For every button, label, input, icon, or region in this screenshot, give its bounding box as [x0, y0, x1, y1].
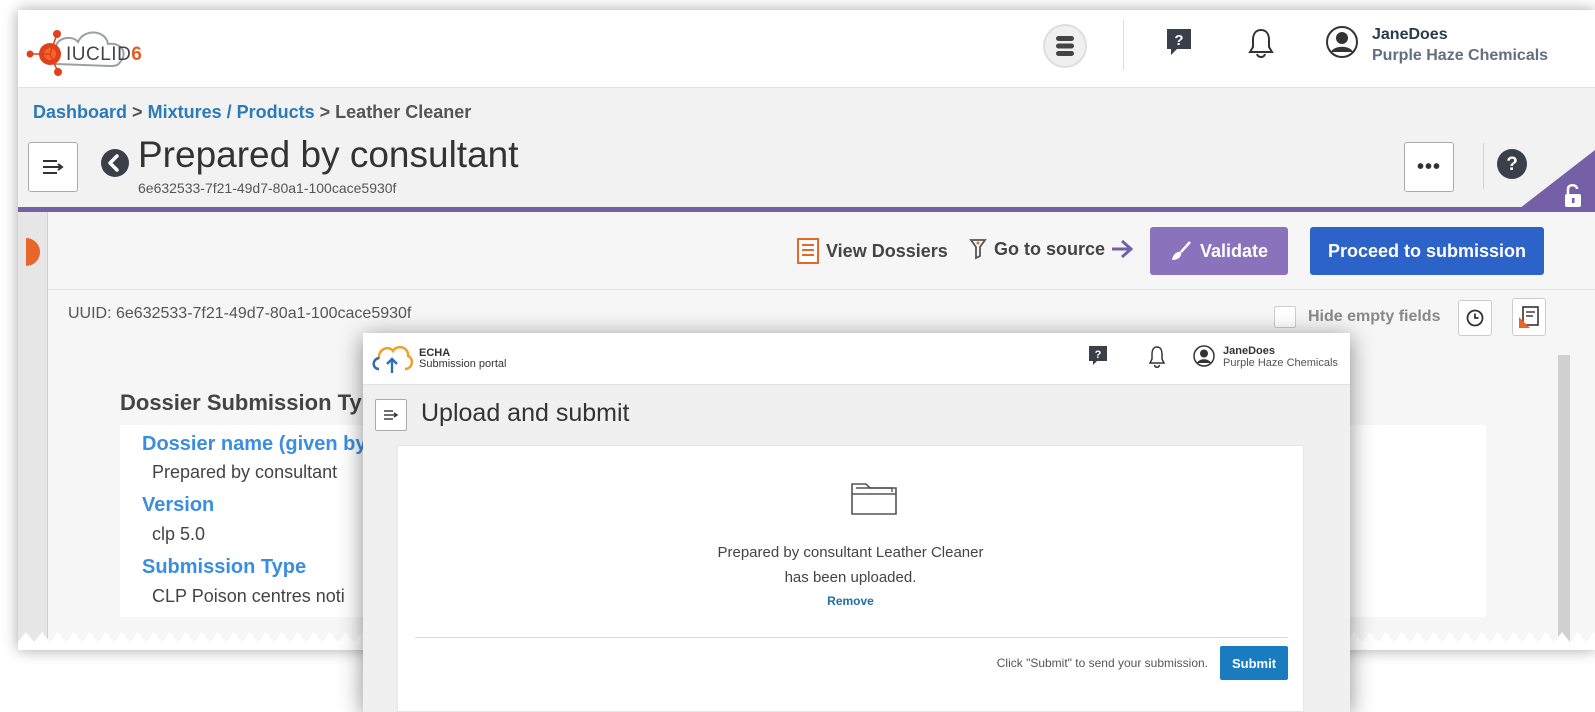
vertical-scrollbar[interactable] [1558, 355, 1570, 645]
notes-icon [1519, 306, 1539, 328]
user-name[interactable]: JaneDoes [1223, 345, 1275, 357]
validate-button[interactable]: Validate [1150, 227, 1288, 275]
go-to-source-label: Go to source [994, 238, 1106, 259]
submit-button[interactable]: Submit [1220, 646, 1288, 680]
validate-label: Validate [1199, 240, 1269, 261]
brush-icon [1171, 241, 1191, 260]
database-icon[interactable] [1043, 24, 1087, 68]
page-title: Upload and submit [421, 399, 630, 427]
hide-empty-fields-checkbox[interactable] [1274, 306, 1296, 328]
screenshot-stage: IUCLID6 ? JaneDoes Purple Haze Chemicals… [0, 0, 1595, 712]
uuid-line: UUID: 6e632533-7f21-49d7-80a1-100cace593… [68, 305, 412, 322]
top-bar: IUCLID6 ? JaneDoes Purple Haze Chemicals [18, 10, 1595, 88]
hide-empty-fields-label[interactable]: Hide empty fields [1308, 308, 1440, 326]
proceed-to-submission-button[interactable]: Proceed to submission [1310, 227, 1544, 275]
user-organisation[interactable]: Purple Haze Chemicals [1223, 357, 1338, 369]
navigation-menu-button[interactable] [375, 399, 407, 431]
breadcrumb-separator: > [319, 102, 331, 122]
help-icon[interactable]: ? [1165, 27, 1193, 57]
lock-icon[interactable] [1515, 150, 1595, 212]
menu-icon [384, 410, 399, 420]
help-icon[interactable]: ? [1088, 345, 1108, 367]
back-icon[interactable] [100, 148, 130, 178]
field-label-version: Version [142, 494, 215, 516]
field-value-dossier-name: Prepared by consultant [152, 462, 338, 482]
svg-text:?: ? [1174, 32, 1183, 49]
section-title: Dossier Submission Ty [120, 390, 362, 415]
card-divider [415, 637, 1288, 638]
go-to-source-button[interactable]: Go to source [968, 238, 1134, 260]
dossier-list-icon [797, 238, 819, 264]
user-avatar-icon[interactable] [1325, 25, 1359, 59]
breadcrumb-current: Leather Cleaner [335, 102, 472, 122]
user-name[interactable]: JaneDoes [1372, 26, 1448, 44]
iuclid-logo[interactable]: IUCLID6 [24, 20, 154, 76]
field-value-submission-type: CLP Poison centres noti [152, 586, 345, 606]
field-label-dossier-name: Dossier name (given by [142, 433, 367, 455]
remove-link: Remove [398, 594, 1303, 608]
upload-card: Prepared by consultant Leather Cleaner h… [397, 445, 1304, 712]
upload-message: Prepared by consultant Leather Cleaner [717, 544, 984, 561]
title-separator [1483, 143, 1484, 189]
left-navigation-strip [18, 212, 48, 650]
svg-text:?: ? [1095, 349, 1102, 361]
user-avatar-icon[interactable] [1193, 345, 1215, 367]
echa-submission-window: ECHA Submission portal ? JaneDoes Purple… [363, 333, 1350, 712]
top-separator [1123, 20, 1124, 70]
remove-button[interactable]: Remove [827, 594, 874, 608]
document-title: Prepared by consultant [138, 134, 519, 175]
echa-brand-subtitle: Submission portal [419, 358, 507, 370]
notes-button[interactable] [1512, 298, 1546, 336]
logo-text: IUCLID6 [66, 44, 143, 65]
breadcrumb-dashboard[interactable]: Dashboard [33, 102, 127, 122]
history-icon [1466, 309, 1484, 327]
submit-hint: Click "Submit" to send your submission. [996, 656, 1208, 670]
cloud-upload-logo[interactable] [371, 341, 413, 375]
breadcrumb: Dashboard > Mixtures / Products > Leathe… [33, 102, 471, 123]
view-dossiers-label: View Dossiers [826, 240, 948, 261]
more-options-button[interactable]: ••• [1404, 142, 1454, 192]
menu-icon [43, 160, 64, 174]
navigation-menu-button[interactable] [28, 142, 78, 192]
echa-top-bar: ECHA Submission portal ? JaneDoes Purple… [363, 333, 1350, 385]
upload-message-status: has been uploaded. [784, 569, 917, 586]
user-organisation[interactable]: Purple Haze Chemicals [1372, 47, 1548, 65]
breadcrumb-mixtures[interactable]: Mixtures / Products [148, 102, 315, 122]
field-label-submission-type: Submission Type [142, 556, 307, 578]
folder-icon [850, 476, 898, 516]
source-icon [969, 239, 987, 260]
bell-icon[interactable] [1147, 345, 1167, 369]
breadcrumb-separator: > [132, 102, 143, 122]
arrow-right-icon [1112, 239, 1134, 259]
field-value-version: clp 5.0 [152, 524, 206, 544]
document-uuid: 6e632533-7f21-49d7-80a1-100cace5930f [138, 180, 397, 196]
bell-icon[interactable] [1246, 27, 1276, 59]
view-dossiers-button[interactable]: View Dossiers [796, 238, 948, 264]
history-button[interactable] [1458, 300, 1492, 336]
